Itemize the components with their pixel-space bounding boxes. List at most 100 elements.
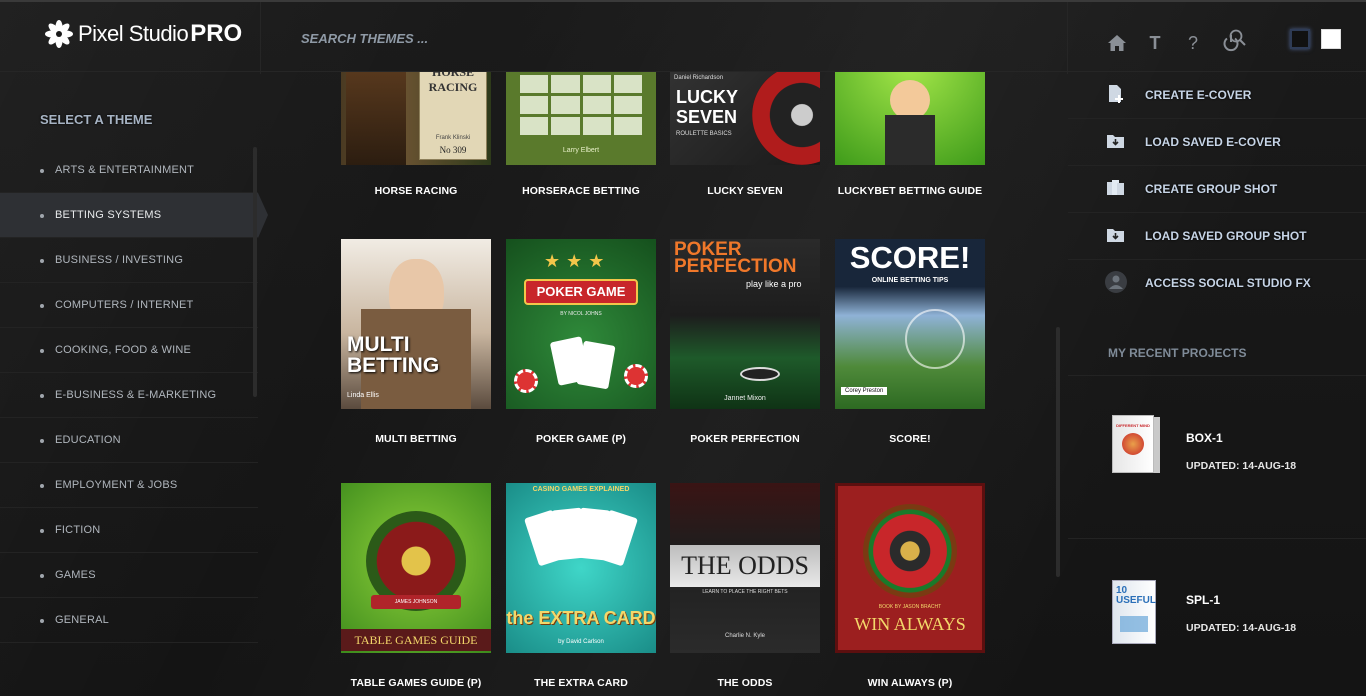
theme-label: WIN ALWAYS (P) bbox=[867, 677, 953, 689]
top-bar: Pixel Studio PRO T ? bbox=[0, 0, 1366, 74]
cover-title: THE ODDS bbox=[670, 545, 820, 587]
load-saved-group-shot-button[interactable]: LOAD SAVED GROUP SHOT bbox=[1068, 213, 1366, 260]
create-ecover-button[interactable]: CREATE E-COVER bbox=[1068, 72, 1366, 119]
theme-card-the-odds[interactable]: THE ODDS LEARN TO PLACE THE RIGHT BETS C… bbox=[670, 483, 820, 689]
sidebar-item-general[interactable]: GENERAL bbox=[0, 598, 258, 643]
theme-card-score[interactable]: SCORE! ONLINE BETTING TIPS Corey Preston… bbox=[835, 239, 985, 445]
action-label: LOAD SAVED E-COVER bbox=[1145, 135, 1281, 149]
theme-card-win-always[interactable]: BOOK BY JASON BRACHT WIN ALWAYS WIN ALWA… bbox=[835, 483, 985, 689]
theme-grid: HORSE RACING Frank Klinski No 309 HORSE … bbox=[260, 72, 1068, 696]
search-input[interactable] bbox=[301, 26, 951, 50]
project-thumbnail: DIFFERENT MIND bbox=[1112, 415, 1162, 479]
cover-number: No 309 bbox=[439, 145, 467, 155]
folder-download-icon bbox=[1107, 229, 1124, 242]
cover-author: BY NICOL JOHNS bbox=[560, 311, 602, 317]
action-label: LOAD SAVED GROUP SHOT bbox=[1145, 229, 1307, 243]
app-logo[interactable]: Pixel Studio PRO bbox=[44, 16, 242, 52]
home-icon[interactable] bbox=[1106, 32, 1128, 54]
light-theme-swatch[interactable] bbox=[1321, 29, 1341, 49]
sidebar-item-cooking-food-wine[interactable]: COOKING, FOOD & WINE bbox=[0, 328, 258, 373]
grid-scrollbar[interactable] bbox=[1056, 327, 1060, 577]
cover-author: Larry Elbert bbox=[562, 147, 600, 154]
sidebar-item-computers-internet[interactable]: COMPUTERS / INTERNET bbox=[0, 283, 258, 328]
cover-title: the EXTRA CARD bbox=[506, 608, 656, 628]
sidebar-scrollbar[interactable] bbox=[253, 147, 257, 397]
theme-card-poker-game[interactable]: ★★★ POKER GAME BY NICOL JOHNS POKER GAME… bbox=[506, 239, 656, 445]
thumb-title: 10 USEFUL bbox=[1116, 585, 1156, 606]
access-social-studio-fx-button[interactable]: ACCESS SOCIAL STUDIO FX bbox=[1068, 260, 1366, 307]
theme-cover: Daniel Richardson LUCKY SEVEN ROULETTE B… bbox=[670, 72, 820, 165]
theme-label: LUCKYBET BETTING GUIDE bbox=[837, 185, 983, 197]
recent-project-item[interactable]: DIFFERENT MIND BOX-1 UPDATED: 14-AUG-18 bbox=[1068, 405, 1366, 505]
action-label: CREATE GROUP SHOT bbox=[1145, 182, 1278, 196]
divider bbox=[1068, 375, 1366, 376]
cover-subtitle: play like a pro bbox=[746, 279, 802, 289]
theme-cover: MULTI BETTING Linda Ellis bbox=[341, 239, 491, 409]
cover-title: WIN ALWAYS bbox=[854, 614, 966, 634]
cover-title: TABLE GAMES GUIDE bbox=[341, 629, 491, 651]
folder-download-icon bbox=[1107, 135, 1124, 148]
load-saved-ecover-button[interactable]: LOAD SAVED E-COVER bbox=[1068, 119, 1366, 166]
search-bar bbox=[260, 2, 1246, 74]
sidebar-item-games[interactable]: GAMES bbox=[0, 553, 258, 598]
theme-card-lucky-seven[interactable]: Daniel Richardson LUCKY SEVEN ROULETTE B… bbox=[670, 72, 820, 197]
theme-cover: Larry Elbert bbox=[506, 72, 656, 165]
document-plus-icon bbox=[1109, 85, 1123, 103]
power-icon[interactable] bbox=[1220, 32, 1242, 54]
project-thumbnail: 10 USEFUL bbox=[1112, 580, 1162, 644]
action-list: CREATE E-COVER LOAD SAVED E-COVER CREATE… bbox=[1068, 72, 1366, 307]
create-group-shot-button[interactable]: CREATE GROUP SHOT bbox=[1068, 166, 1366, 213]
theme-card-horse-racing[interactable]: HORSE RACING Frank Klinski No 309 HORSE … bbox=[341, 72, 491, 197]
recent-project-item[interactable]: 10 USEFUL SPL-1 UPDATED: 14-AUG-18 bbox=[1068, 568, 1366, 668]
cover-title: LUCKY SEVEN bbox=[676, 87, 738, 127]
logo-text: Pixel Studio bbox=[78, 21, 189, 46]
project-name: SPL-1 bbox=[1186, 593, 1221, 607]
cover-stars: ★★★ bbox=[544, 251, 611, 271]
app-window: Pixel Studio PRO T ? SELECT A THEME bbox=[0, 0, 1366, 696]
cover-author: Linda Ellis bbox=[347, 392, 379, 399]
cover-author: BOOK BY JASON BRACHT bbox=[878, 604, 942, 610]
theme-card-multi-betting[interactable]: MULTI BETTING Linda Ellis MULTI BETTING bbox=[341, 239, 491, 445]
dark-theme-swatch[interactable] bbox=[1290, 29, 1310, 49]
sidebar-item-betting-systems[interactable]: BETTING SYSTEMS bbox=[0, 193, 268, 238]
action-label: CREATE E-COVER bbox=[1145, 88, 1252, 102]
theme-card-poker-perfection[interactable]: POKER PERFECTION play like a pro Jannet … bbox=[670, 239, 820, 445]
theme-cover: JAMES JOHNSON TABLE GAMES GUIDE bbox=[341, 483, 491, 653]
actions-panel: CREATE E-COVER LOAD SAVED E-COVER CREATE… bbox=[1068, 72, 1366, 696]
cover-author: Daniel Richardson bbox=[674, 75, 724, 81]
cover-author: JAMES JOHNSON bbox=[371, 595, 461, 609]
action-label: ACCESS SOCIAL STUDIO FX bbox=[1145, 276, 1311, 290]
cover-title: POKER PERFECTION bbox=[674, 239, 797, 277]
project-updated: UPDATED: 14-AUG-18 bbox=[1186, 460, 1297, 472]
cover-subtitle: ONLINE BETTING TIPS bbox=[871, 277, 949, 284]
cover-title: HORSE RACING bbox=[428, 72, 478, 94]
cover-title: MULTI BETTING bbox=[347, 333, 440, 377]
theme-card-luckybet-betting-guide[interactable]: LUCKYBET BETTING GUIDE bbox=[835, 72, 985, 197]
cover-author: Jannet Mixon bbox=[724, 395, 766, 402]
sidebar-item-education[interactable]: EDUCATION bbox=[0, 418, 258, 463]
sidebar-item-fiction[interactable]: FICTION bbox=[0, 508, 258, 553]
help-icon[interactable]: ? bbox=[1182, 32, 1204, 54]
theme-card-the-extra-card[interactable]: CASINO GAMES EXPLAINED the EXTRA CARD by… bbox=[506, 483, 656, 689]
theme-card-table-games-guide[interactable]: JAMES JOHNSON TABLE GAMES GUIDE TABLE GA… bbox=[341, 483, 491, 689]
cover-author: Frank Klinski bbox=[435, 135, 471, 141]
theme-card-horserace-betting[interactable]: Larry Elbert HORSERACE BETTING bbox=[506, 72, 656, 197]
theme-cover: CASINO GAMES EXPLAINED the EXTRA CARD by… bbox=[506, 483, 656, 653]
sidebar-item-arts-entertainment[interactable]: ARTS & ENTERTAINMENT bbox=[0, 148, 258, 193]
flower-logo-icon bbox=[45, 20, 73, 48]
sidebar-item-employment-jobs[interactable]: EMPLOYMENT & JOBS bbox=[0, 463, 258, 508]
theme-cover: POKER PERFECTION play like a pro Jannet … bbox=[670, 239, 820, 409]
theme-cover: BOOK BY JASON BRACHT WIN ALWAYS bbox=[835, 483, 985, 653]
theme-category-list: ARTS & ENTERTAINMENT BETTING SYSTEMS BUS… bbox=[0, 148, 268, 643]
sidebar-item-business-investing[interactable]: BUSINESS / INVESTING bbox=[0, 238, 258, 283]
cover-author: by David Carlson bbox=[558, 639, 604, 645]
cover-subtitle: CASINO GAMES EXPLAINED bbox=[532, 486, 630, 493]
theme-cover: SCORE! ONLINE BETTING TIPS Corey Preston bbox=[835, 239, 985, 409]
cover-author: Corey Preston bbox=[841, 387, 888, 395]
theme-sidebar: SELECT A THEME ARTS & ENTERTAINMENT BETT… bbox=[0, 72, 268, 696]
social-studio-icon bbox=[1105, 271, 1127, 293]
theme-cover: HORSE RACING Frank Klinski No 309 bbox=[341, 72, 491, 165]
text-icon[interactable]: T bbox=[1144, 32, 1166, 54]
theme-label: SCORE! bbox=[889, 433, 931, 445]
sidebar-item-ebusiness-emarketing[interactable]: E-BUSINESS & E-MARKETING bbox=[0, 373, 258, 418]
